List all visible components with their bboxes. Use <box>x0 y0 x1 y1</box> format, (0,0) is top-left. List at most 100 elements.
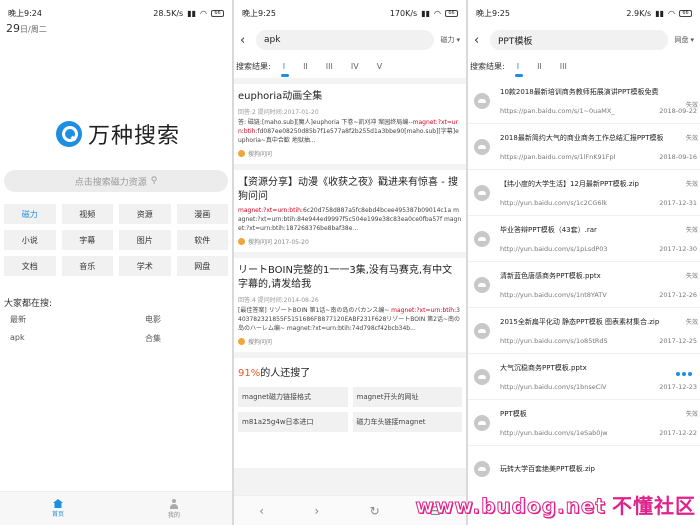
tab-page-2[interactable]: II <box>537 62 542 71</box>
tab-page-5[interactable]: V <box>377 62 382 71</box>
result-card[interactable]: euphoria动画全集 回答:2 提问时间:2017-01-20 答: 磁链:… <box>234 84 466 164</box>
list-item[interactable]: 10款2018最新培训商务教师拓展演讲PPT模板免费 https://pan.b… <box>468 78 700 124</box>
list-item[interactable]: 2018最新简约大气的商业商务工作总结汇报PPT模板 https://pan.b… <box>468 124 700 170</box>
nav-home[interactable]: 首页 <box>52 499 64 518</box>
tab-page-2[interactable]: II <box>303 62 308 71</box>
list-item[interactable]: PPT模板 http://yun.baidu.com/s/1eSab0jw 201… <box>468 400 700 446</box>
status-time: 晚上9:25 <box>476 8 510 18</box>
category-software[interactable]: 软件 <box>176 230 228 250</box>
snippet-highlight: magnet:?xt=urn:btih: <box>238 207 303 214</box>
item-title: 玩转大学百套绝美PPT模板.zip <box>500 465 596 473</box>
related-chip[interactable]: 磁力车头链接magnet <box>352 412 462 432</box>
item-title: 2015全新扁平化动 静态PPT模板 图表素材集合.zip <box>500 317 660 326</box>
category-video[interactable]: 视频 <box>61 204 113 224</box>
tab-page-4[interactable]: IV <box>351 62 359 71</box>
status-speed: 28.5K/s <box>153 8 184 18</box>
category-resource[interactable]: 资源 <box>119 204 171 224</box>
search-header: ‹ apk 磁力 ▾ <box>234 26 466 54</box>
item-title: 【纬小度的大学生活】12月最新PPT模板.zip <box>500 179 639 188</box>
related-title: 91%的人还搜了 <box>238 364 462 379</box>
site-watermark: www.budog.net 不懂社区 <box>415 490 696 519</box>
item-date: 2017-12-23 <box>659 382 697 391</box>
tab-page-3[interactable]: III <box>326 62 333 71</box>
hot-item[interactable]: 合集 <box>100 333 190 344</box>
item-title: 10款2018最新培训商务教师拓展演讲PPT模板免费 <box>500 87 659 96</box>
back-icon[interactable]: ‹ <box>240 33 250 48</box>
back-icon[interactable]: ‹ <box>474 33 484 48</box>
category-subtitle[interactable]: 字幕 <box>61 230 113 250</box>
cloud-icon <box>474 276 490 293</box>
item-url: http://yun.baidu.com/s/1bnseCiV <box>500 382 607 391</box>
tab-page-1[interactable]: I <box>280 62 290 77</box>
tab-page-1[interactable]: I <box>514 62 524 77</box>
related-chip[interactable]: magnet磁力链接格式 <box>238 387 348 407</box>
item-title: 2018最新简约大气的商业商务工作总结汇报PPT模板 <box>500 133 664 142</box>
file-list: 10款2018最新培训商务教师拓展演讲PPT模板免费 https://pan.b… <box>468 78 700 492</box>
related-text: 的人还搜了 <box>260 368 311 379</box>
engine-select[interactable]: 网盘 ▾ <box>674 35 694 45</box>
category-academic[interactable]: 学术 <box>119 256 171 276</box>
hot-item[interactable]: 最新 <box>10 314 100 325</box>
list-item[interactable]: 大气沉稳商务PPT模板.pptx http://yun.baidu.com/s/… <box>468 354 700 400</box>
home-icon <box>52 499 63 508</box>
sogou-icon <box>238 338 245 345</box>
item-url: http://yun.baidu.com/s/1pLsdP03 <box>500 244 608 253</box>
result-meta: 回答:2 提问时间:2017-01-20 <box>238 109 319 116</box>
cloud-icon <box>474 322 490 339</box>
user-icon <box>169 498 179 509</box>
search-logo-icon <box>56 121 82 147</box>
category-magnet[interactable]: 磁力 <box>4 204 56 224</box>
category-novel[interactable]: 小说 <box>4 230 56 250</box>
list-item[interactable]: 【纬小度的大学生活】12月最新PPT模板.zip http://yun.baid… <box>468 170 700 216</box>
result-source: 搜狗问问 <box>238 337 462 346</box>
hot-item[interactable]: apk <box>10 333 100 344</box>
back-nav-icon[interactable]: ‹ <box>259 504 264 518</box>
forward-nav-icon[interactable]: › <box>314 504 319 518</box>
signal-icon: ▮▮ <box>187 8 197 18</box>
status-time: 晚上9:25 <box>242 8 276 18</box>
item-status: 失效 <box>685 227 698 234</box>
item-date: 2017-12-30 <box>659 244 697 253</box>
refresh-icon[interactable]: ↻ <box>370 504 380 518</box>
cloud-icon <box>474 92 490 109</box>
magnet-results-screen: 晚上9:25 170K/s ▮▮ ◠ 66 ‹ apk 磁力 ▾ 搜索结果: I… <box>234 0 466 525</box>
related-chip[interactable]: m81a25g4w日本进口 <box>238 412 348 432</box>
source-label: 搜狗问问 <box>248 151 273 158</box>
item-title: 清新蓝色唐感商务PPT模板.pptx <box>500 271 601 280</box>
brand-name: 万种搜索 <box>88 124 181 149</box>
result-snippet: 答: 磁链:[maho.sub][魔人]euphoria 下卷~凯刈冲 案园终局… <box>238 118 462 145</box>
search-input[interactable]: PPT模板 <box>490 30 669 50</box>
result-card[interactable]: リートBOIN完整的1一一3集,没有马赛克,有中文字幕的,请发给我 回答:4 提… <box>234 258 466 352</box>
category-music[interactable]: 音乐 <box>61 256 113 276</box>
status-bar: 晚上9:25 170K/s ▮▮ ◠ 66 <box>234 0 466 26</box>
engine-select[interactable]: 磁力 ▾ <box>440 35 460 45</box>
category-grid: 磁力 视频 资源 漫画 小说 字幕 图片 软件 文档 音乐 学术 网盘 <box>4 204 228 276</box>
list-item[interactable]: 2015全新扁平化动 静态PPT模板 图表素材集合.zip http://yun… <box>468 308 700 354</box>
wifi-icon: ◠ <box>668 8 675 18</box>
source-label: 搜狗问问 2017-05-20 <box>248 239 309 246</box>
item-title: 毕业答辩PPT模板（43套）.rar <box>500 225 597 234</box>
list-item[interactable]: 玩转大学百套绝美PPT模板.zip <box>468 446 700 492</box>
status-speed: 2.9K/s <box>626 8 652 18</box>
hot-item[interactable]: 电影 <box>100 314 190 325</box>
nav-mine[interactable]: 我的 <box>168 498 180 519</box>
category-netdisk[interactable]: 网盘 <box>176 256 228 276</box>
tab-page-3[interactable]: III <box>560 62 567 71</box>
item-status: 失效 <box>685 411 698 418</box>
netdisk-results-screen: 晚上9:25 2.9K/s ▮▮ ◠ 66 ‹ PPT模板 网盘 ▾ 搜索结果:… <box>468 0 700 525</box>
search-placeholder: 点击搜索磁力资源 <box>74 177 147 188</box>
search-input[interactable]: 点击搜索磁力资源 ⚲ <box>4 170 228 192</box>
item-status: 失效 <box>685 181 698 188</box>
item-url: http://yun.baidu.com/s/1nt8YATV <box>500 290 607 299</box>
category-document[interactable]: 文档 <box>4 256 56 276</box>
result-title: リートBOIN完整的1一一3集,没有马赛克,有中文字幕的,请发给我 <box>238 265 453 290</box>
item-url: http://yun.baidu.com/s/1c2CG6lk <box>500 198 608 207</box>
search-input[interactable]: apk <box>256 30 435 50</box>
related-chip[interactable]: magnet开头的网址 <box>352 387 462 407</box>
watermark-name: 不懂社区 <box>612 494 696 518</box>
category-comic[interactable]: 漫画 <box>176 204 228 224</box>
list-item[interactable]: 清新蓝色唐感商务PPT模板.pptx http://yun.baidu.com/… <box>468 262 700 308</box>
result-card[interactable]: 【资源分享】动漫《收获之夜》戳进来有惊喜 - 搜狗问问 magnet:?xt=u… <box>234 170 466 252</box>
category-image[interactable]: 图片 <box>119 230 171 250</box>
list-item[interactable]: 毕业答辩PPT模板（43套）.rar http://yun.baidu.com/… <box>468 216 700 262</box>
